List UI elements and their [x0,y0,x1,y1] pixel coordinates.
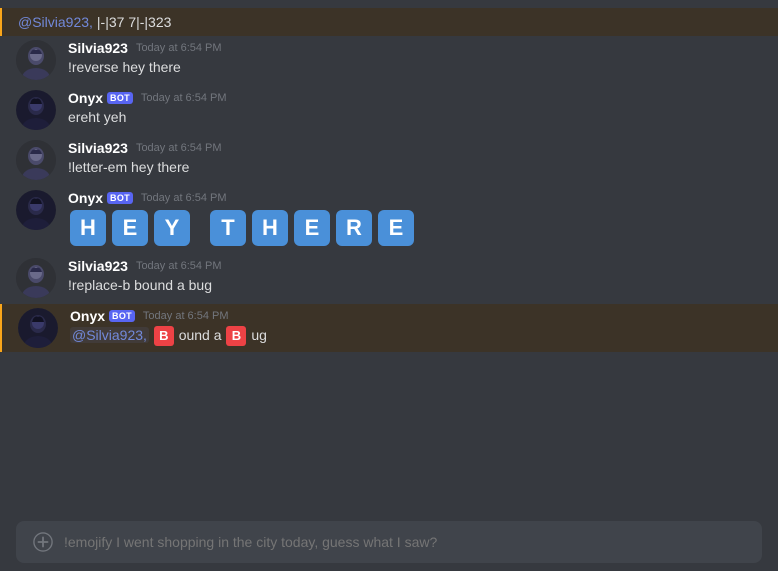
message-header: Onyx BOT Today at 6:54 PM [68,90,762,106]
message-group: Onyx BOT Today at 6:54 PM H E Y T H E R … [0,186,778,252]
message-input[interactable] [64,534,746,550]
avatar [16,258,56,298]
message-group: Silvia923 Today at 6:54 PM !letter-em he… [0,136,778,184]
top-mention-bar: @Silvia923, |-|37 7|-|323 [0,8,778,36]
plus-icon [33,532,53,552]
username: Onyx [70,308,105,324]
timestamp: Today at 6:54 PM [136,142,222,154]
letter-box-spacer [194,208,206,248]
username: Silvia923 [68,258,128,274]
letter-box-R: R [336,210,372,246]
letter-boxes-container: H E Y T H E R E [68,208,762,248]
input-area [16,521,762,563]
bot-badge: BOT [107,192,133,204]
letter-box-T: T [210,210,246,246]
avatar [16,140,56,180]
avatar [16,90,56,130]
username: Silvia923 [68,140,128,156]
highlight-b-2: B [226,326,246,346]
message-content: Silvia923 Today at 6:54 PM !reverse hey … [68,40,762,80]
message-header: Silvia923 Today at 6:54 PM [68,258,762,274]
message-group-highlighted: Onyx BOT Today at 6:54 PM @Silvia923, B … [0,304,778,352]
timestamp: Today at 6:54 PM [143,310,229,322]
message-header: Onyx BOT Today at 6:54 PM [70,308,762,324]
message-content: Silvia923 Today at 6:54 PM !letter-em he… [68,140,762,180]
letter-box-H: H [70,210,106,246]
letter-box-H2: H [252,210,288,246]
username: Onyx [68,90,103,106]
avatar [18,308,58,348]
timestamp: Today at 6:54 PM [136,260,222,272]
avatar [16,190,56,230]
letter-box-Y: Y [154,210,190,246]
message-content: Onyx BOT Today at 6:54 PM ereht yeh [68,90,762,130]
top-mention-text: @Silvia923, [18,14,93,30]
username: Silvia923 [68,40,128,56]
message-text: !letter-em hey there [68,158,762,178]
message-text-replace-b: @Silvia923, B ound a B ug [70,326,762,346]
letter-box-E3: E [378,210,414,246]
message-header: Silvia923 Today at 6:54 PM [68,40,762,56]
message-header: Silvia923 Today at 6:54 PM [68,140,762,156]
timestamp: Today at 6:54 PM [141,192,227,204]
add-button[interactable] [32,531,54,553]
message-content: Silvia923 Today at 6:54 PM !replace-b bo… [68,258,762,298]
mention-silvia: @Silvia923, [70,327,149,343]
message-content: Onyx BOT Today at 6:54 PM @Silvia923, B … [70,308,762,348]
highlight-b-1: B [154,326,174,346]
message-group: Silvia923 Today at 6:54 PM !reverse hey … [0,36,778,84]
message-header: Onyx BOT Today at 6:54 PM [68,190,762,206]
bot-badge: BOT [109,310,135,322]
message-text: !reverse hey there [68,58,762,78]
timestamp: Today at 6:54 PM [136,42,222,54]
avatar [16,40,56,80]
top-bar-content: |-|37 7|-|323 [97,14,171,30]
message-text: !replace-b bound a bug [68,276,762,296]
text-ug: ug [251,327,267,343]
letter-box-E: E [112,210,148,246]
chat-area: @Silvia923, |-|37 7|-|323 Silvia923 Toda… [0,0,778,513]
message-content: Onyx BOT Today at 6:54 PM H E Y T H E R … [68,190,762,248]
message-text: ereht yeh [68,108,762,128]
letter-box-E2: E [294,210,330,246]
bot-badge: BOT [107,92,133,104]
message-group: Onyx BOT Today at 6:54 PM ereht yeh [0,86,778,134]
message-group: Silvia923 Today at 6:54 PM !replace-b bo… [0,254,778,302]
username: Onyx [68,190,103,206]
text-ound: ound a [179,327,226,343]
timestamp: Today at 6:54 PM [141,92,227,104]
